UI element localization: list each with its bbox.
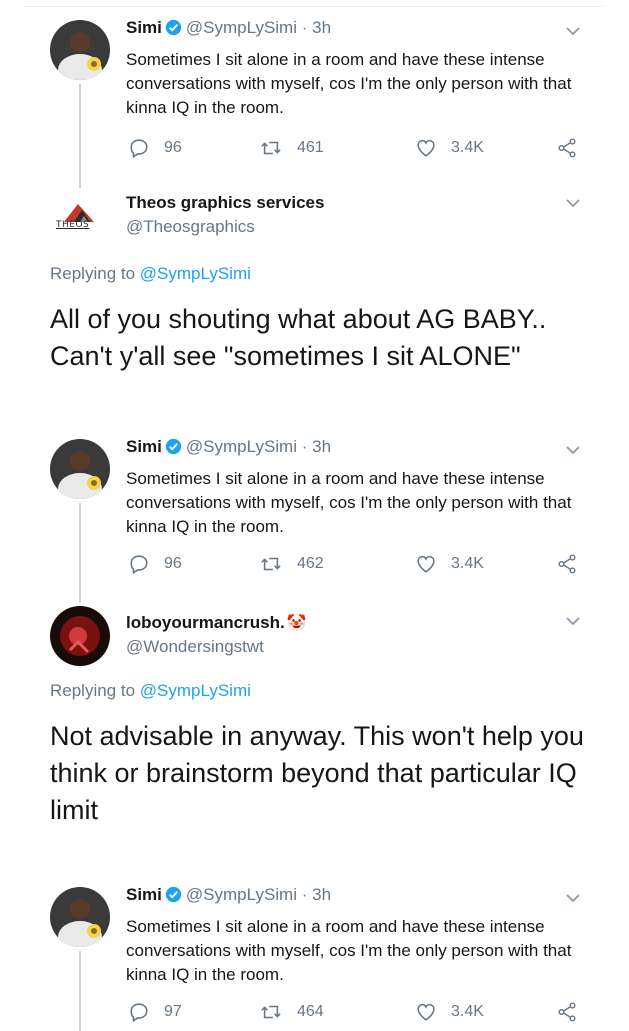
like-button[interactable]: 3.4K	[415, 553, 484, 575]
heart-icon	[417, 1003, 435, 1021]
retweet-count: 461	[297, 139, 324, 156]
avatar[interactable]	[50, 188, 110, 248]
share-icon	[558, 138, 576, 158]
timestamp[interactable]: · 3h	[302, 437, 331, 456]
tweet-header: Simi @SympLySimi · 3h	[126, 18, 331, 41]
chevron-down-icon[interactable]	[565, 893, 581, 903]
retweet-button[interactable]: 464	[259, 1001, 324, 1023]
tweet-text: Sometimes I sit alone in a room and have…	[126, 50, 572, 117]
verified-badge-icon	[165, 438, 182, 460]
chevron-down-icon[interactable]	[565, 26, 581, 36]
author-name[interactable]: Simi	[126, 885, 162, 904]
chevron-down-icon[interactable]	[565, 445, 581, 455]
reply-icon	[130, 139, 148, 159]
author-handle[interactable]: @SympLySimi	[186, 18, 297, 37]
like-button[interactable]: 3.4K	[415, 137, 484, 159]
chevron-down-icon[interactable]	[565, 616, 581, 626]
retweet-icon	[261, 1005, 281, 1019]
retweet-icon	[261, 557, 281, 571]
author-handle[interactable]: @SympLySimi	[186, 437, 297, 456]
verified-badge-icon	[165, 19, 182, 41]
tweet-header: Simi @SympLySimi · 3h	[126, 437, 331, 460]
heart-icon	[417, 139, 435, 157]
reply-icon	[130, 555, 148, 575]
verified-badge-icon	[165, 886, 182, 908]
share-button[interactable]	[556, 137, 592, 159]
replying-to: Replying to @SympLySimi	[50, 681, 251, 701]
retweet-count: 462	[297, 555, 324, 572]
chevron-down-icon[interactable]	[565, 198, 581, 208]
avatar[interactable]	[50, 887, 110, 947]
reply-text: Not advisable in anyway. This won't help…	[50, 721, 584, 825]
reply-button[interactable]: 96	[128, 137, 182, 159]
author-handle[interactable]: @Wondersingstwt	[126, 637, 264, 657]
author-name[interactable]: Theos graphics services	[126, 193, 324, 213]
clown-emoji-icon: 🤡	[286, 615, 307, 632]
share-icon	[558, 1002, 576, 1022]
avatar[interactable]	[50, 20, 110, 80]
replying-to-mention[interactable]: @SympLySimi	[140, 264, 251, 283]
replying-to-mention[interactable]: @SympLySimi	[140, 681, 251, 700]
tweet-actions: 96 461 3.4K	[128, 137, 588, 161]
author-handle[interactable]: @SympLySimi	[186, 885, 297, 904]
thread-line	[79, 84, 81, 194]
replying-to-label: Replying to	[50, 681, 136, 700]
author-handle[interactable]: @Theosgraphics	[126, 217, 255, 237]
share-button[interactable]	[556, 1001, 592, 1023]
tweet-header: Simi @SympLySimi · 3h	[126, 885, 331, 908]
tweet-text: Sometimes I sit alone in a room and have…	[126, 917, 572, 984]
like-count: 3.4K	[451, 139, 484, 156]
avatar[interactable]	[50, 439, 110, 499]
like-count: 3.4K	[451, 1003, 484, 1020]
timestamp[interactable]: · 3h	[302, 18, 331, 37]
reply-button[interactable]: 97	[128, 1001, 182, 1023]
avatar[interactable]	[50, 606, 110, 666]
heart-icon	[417, 555, 435, 573]
tweet-actions: 96 462 3.4K	[128, 553, 588, 577]
retweet-count: 464	[297, 1003, 324, 1020]
like-button[interactable]: 3.4K	[415, 1001, 484, 1023]
tweet-actions: 97 464 3.4K	[128, 1001, 588, 1025]
author-name[interactable]: Simi	[126, 18, 162, 37]
timestamp[interactable]: · 3h	[302, 885, 331, 904]
retweet-icon	[261, 141, 281, 155]
thread-line	[79, 503, 81, 603]
top-divider	[26, 6, 603, 7]
tweet-text: Sometimes I sit alone in a room and have…	[126, 469, 572, 536]
share-button[interactable]	[556, 553, 592, 575]
author-name[interactable]: Simi	[126, 437, 162, 456]
reply-text: All of you shouting what about AG BABY..…	[50, 304, 547, 371]
reply-button[interactable]: 96	[128, 553, 182, 575]
reply-icon	[130, 1003, 148, 1023]
retweet-button[interactable]: 462	[259, 553, 324, 575]
replying-to: Replying to @SympLySimi	[50, 264, 251, 284]
reply-count: 96	[164, 139, 182, 156]
avatar-logo-text: THEOS	[56, 220, 90, 230]
replying-to-label: Replying to	[50, 264, 136, 283]
reply-count: 96	[164, 555, 182, 572]
retweet-button[interactable]: 461	[259, 137, 324, 159]
reply-count: 97	[164, 1003, 182, 1020]
author-name-text: loboyourmancrush.	[126, 613, 285, 632]
author-name[interactable]: loboyourmancrush. 🤡	[126, 613, 307, 633]
share-icon	[558, 554, 576, 574]
thread-line	[79, 951, 81, 1031]
like-count: 3.4K	[451, 555, 484, 572]
